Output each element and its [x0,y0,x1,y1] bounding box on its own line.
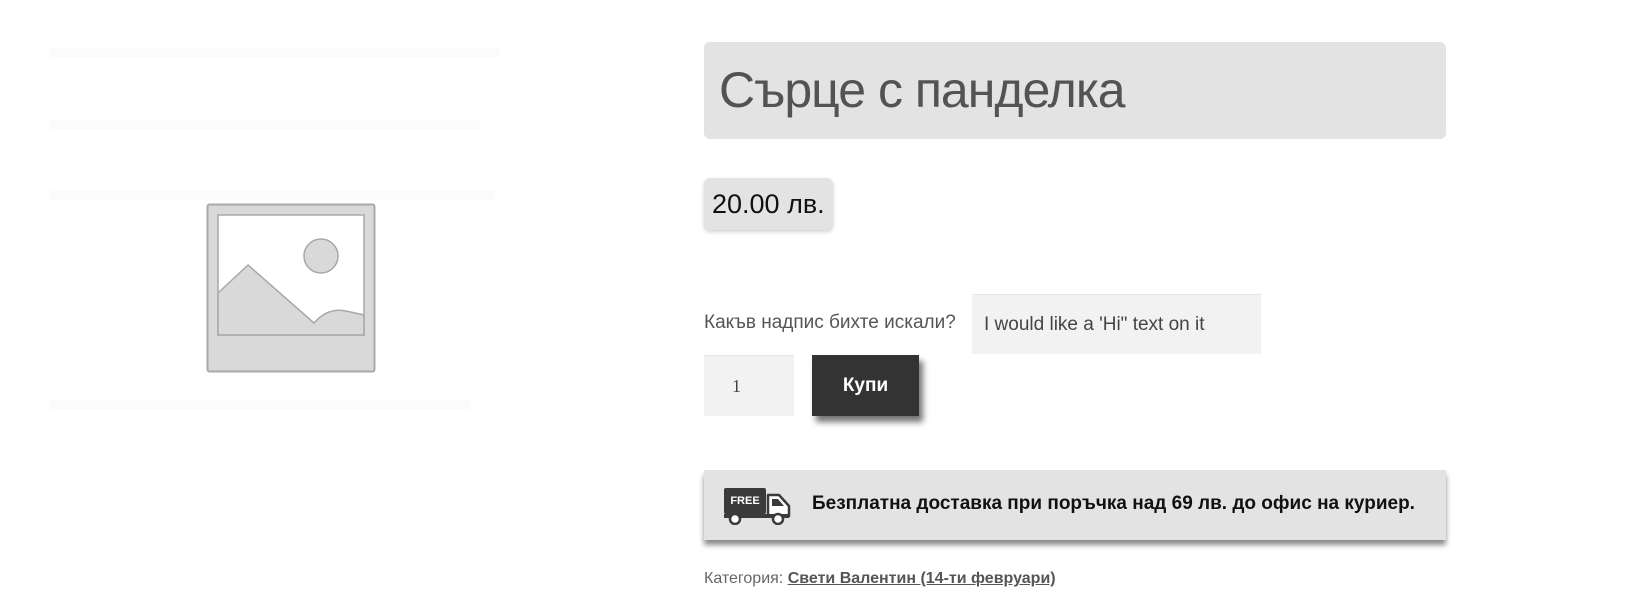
product-page: Сърце с панделка 20.00 лв. Какъв надпис … [0,0,1652,612]
inscription-field-row: Какъв надпис бихте искали? [704,294,1304,354]
category-link[interactable]: Свети Валентин (14-ти февруари) [788,570,1056,587]
free-shipping-text: Безплатна доставка при поръчка над 69 лв… [812,493,1415,514]
inscription-input[interactable] [972,294,1261,354]
add-to-cart-form: Купи [704,355,1104,417]
product-title-panel: Сърце с панделка [704,42,1446,139]
free-badge-text: FREE [730,495,759,507]
faded-background [50,400,470,410]
quantity-input[interactable] [704,355,794,416]
buy-button[interactable]: Купи [812,355,919,416]
free-shipping-banner: FREE Безплатна доставка при поръчка над … [704,470,1446,540]
inscription-label: Какъв надпис бихте искали? [704,312,956,333]
image-placeholder-icon [206,203,376,373]
faded-background [50,190,495,200]
faded-background [50,120,480,130]
product-price: 20.00 лв. [704,178,833,230]
category-label: Категория: [704,570,784,587]
product-meta: Категория: Свети Валентин (14-ти февруар… [704,570,1056,588]
product-title: Сърце с панделка [719,62,1126,118]
product-gallery[interactable] [42,40,512,510]
free-delivery-truck-icon: FREE [724,488,791,525]
faded-background [50,48,500,58]
